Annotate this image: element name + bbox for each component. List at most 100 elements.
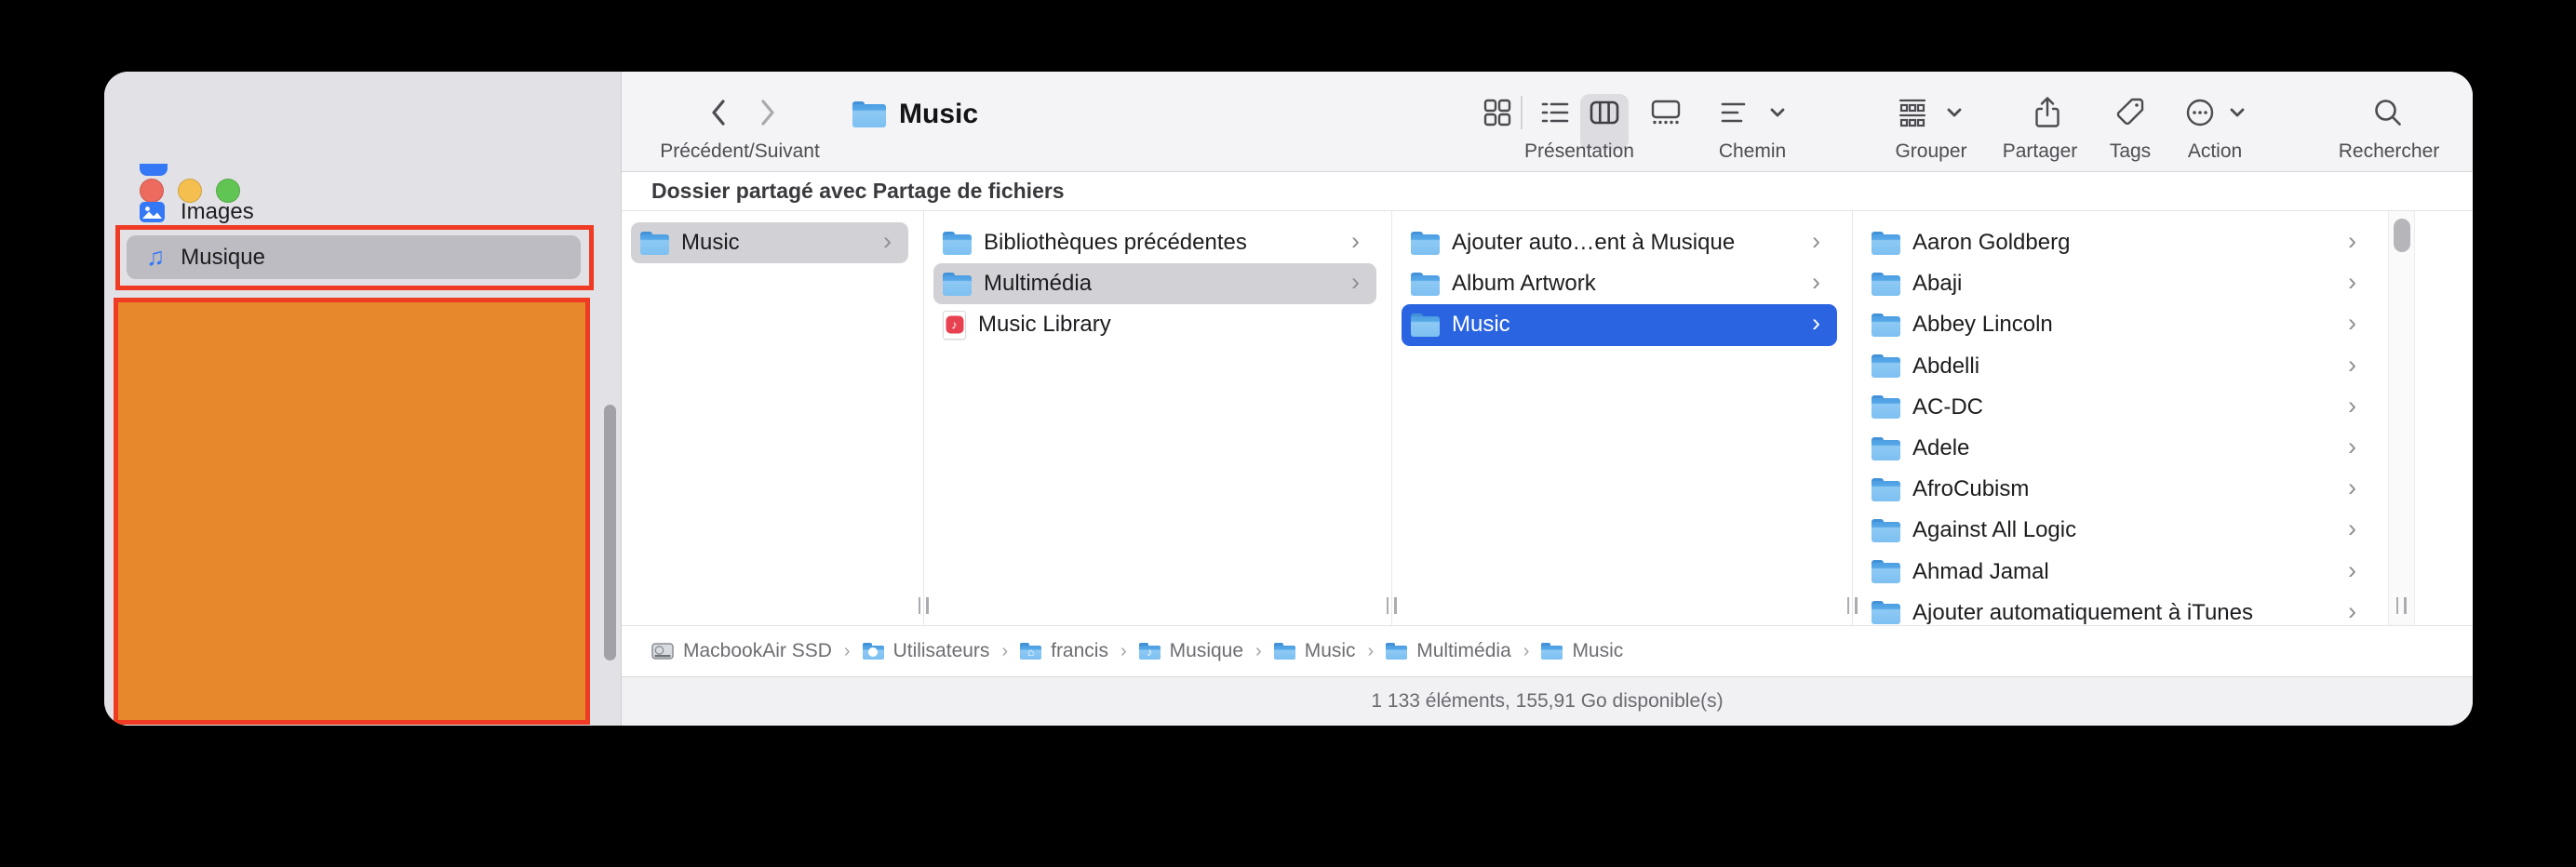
file-name: Aaron Goldberg (1912, 230, 2071, 256)
breadcrumb-item[interactable]: Music (1541, 640, 1623, 662)
banner-text: Dossier partagé avec Partage de fichiers (651, 179, 1065, 203)
file-row[interactable]: Multimédia › (933, 263, 1376, 305)
file-name: Ahmad Jamal (1912, 558, 2049, 584)
breadcrumb-label: Multimédia (1416, 640, 1511, 661)
file-row[interactable]: ♪ Music Library (933, 304, 1376, 345)
breadcrumb-item[interactable]: Multimédia (1386, 640, 1511, 662)
back-button[interactable] (708, 92, 729, 133)
file-name: Ajouter automatiquement à iTunes (1912, 599, 2253, 625)
photo-icon (140, 202, 165, 222)
file-row[interactable]: Bibliothèques précédentes › (933, 222, 1376, 263)
share-icon[interactable] (2031, 92, 2064, 133)
chevron-right-icon: › (2348, 350, 2356, 379)
chevron-right-icon: › (2348, 309, 2356, 338)
file-name: AC-DC (1912, 393, 1983, 420)
breadcrumb-item[interactable]: MacbookAir SSD (651, 640, 832, 662)
file-row[interactable]: Music › (631, 222, 908, 264)
path-label: Chemin (1718, 140, 1787, 162)
file-name: Album Artwork (1452, 271, 1596, 297)
toolbar: Précédent/Suivant Music Présentation Che… (622, 72, 2473, 172)
breadcrumb-label: francis (1051, 640, 1108, 661)
annotation-orange-region (114, 298, 590, 725)
file-row[interactable]: Ajouter automatiquement à iTunes › (1862, 593, 2373, 625)
chevron-right-icon: › (1812, 268, 1820, 297)
folder-icon (1872, 436, 1900, 460)
file-row[interactable]: Abbey Lincoln › (1862, 304, 2373, 345)
chevron-right-icon: › (2348, 432, 2356, 460)
file-name: Ajouter auto…ent à Musique (1452, 230, 1736, 256)
folder-icon (1386, 643, 1408, 660)
sidebar-item-musique[interactable]: ♫ Musique (127, 235, 581, 279)
file-name: Music (681, 230, 740, 256)
folder-home-icon: ⌂ (1020, 643, 1042, 660)
folder-icon (1872, 272, 1900, 296)
file-row[interactable]: Ahmad Jamal › (1862, 552, 2373, 593)
breadcrumb-item[interactable]: Utilisateurs (862, 640, 989, 662)
chevron-right-icon: › (2348, 514, 2356, 543)
folder-icon (1872, 518, 1900, 542)
content-area: Précédent/Suivant Music Présentation Che… (622, 72, 2473, 726)
search-label: Rechercher (2338, 140, 2440, 162)
file-row[interactable]: Album Artwork › (1402, 263, 1837, 304)
file-row[interactable]: AC-DC › (1862, 387, 2373, 428)
sidebar: Images ♫ Musique (104, 72, 622, 726)
breadcrumb: MacbookAir SSD › Utilisateurs › ⌂ francis › ♪ Mu… (622, 625, 2473, 676)
scrollbar-thumb[interactable] (2393, 219, 2410, 252)
finder-window: Images ♫ Musique Précédent/Suivant Music… (104, 72, 2473, 726)
shared-folder-banner: Dossier partagé avec Partage de fichiers (622, 172, 2473, 211)
file-name: Music (1452, 312, 1510, 338)
column-resize-handle[interactable] (1381, 597, 1402, 614)
breadcrumb-item[interactable]: ♪ Musique (1138, 640, 1243, 662)
folder-icon (1411, 231, 1440, 255)
breadcrumb-item[interactable]: Music (1273, 640, 1356, 662)
sidebar-scrollbar[interactable] (604, 405, 616, 660)
file-row[interactable]: Aaron Goldberg › (1862, 222, 2373, 263)
search-icon[interactable] (2371, 92, 2405, 133)
breadcrumb-item[interactable]: ⌂ francis (1020, 640, 1108, 662)
breadcrumb-label: MacbookAir SSD (683, 640, 832, 661)
folder-icon (1872, 601, 1900, 625)
breadcrumb-separator: › (1001, 640, 1009, 661)
breadcrumb-separator: › (843, 640, 851, 661)
chevron-down-icon[interactable] (2229, 92, 2246, 133)
chevron-down-icon[interactable] (1769, 92, 1786, 133)
folder-icon (1273, 643, 1295, 660)
list-view-button[interactable] (1538, 92, 1572, 133)
column-2: Bibliothèques précédentes › Multimédia › ♪ Mu… (924, 211, 1391, 625)
folder-icon (1541, 643, 1563, 660)
tag-icon[interactable] (2113, 92, 2147, 133)
file-row[interactable]: Adele › (1862, 428, 2373, 469)
file-row[interactable]: AfroCubism › (1862, 469, 2373, 510)
tags-label: Tags (2109, 140, 2152, 162)
folder-icon (1872, 313, 1900, 337)
column-view-button[interactable] (1587, 92, 1622, 133)
path-menu-icon[interactable] (1716, 92, 1750, 133)
column-1: Music › (622, 211, 923, 625)
folder-icon (1411, 313, 1440, 337)
gallery-view-button[interactable] (1648, 92, 1684, 133)
chevron-right-icon: › (1812, 227, 1820, 256)
column-scrollbar[interactable] (2388, 211, 2415, 625)
action-menu-icon[interactable] (2183, 92, 2217, 133)
chevron-right-icon: › (1351, 227, 1360, 256)
file-row[interactable]: Music › (1402, 304, 1837, 346)
screenshot-canvas: Images ♫ Musique Précédent/Suivant Music… (0, 0, 2576, 867)
chevron-down-icon[interactable] (1946, 92, 1963, 133)
file-row[interactable]: Against All Logic › (1862, 510, 2373, 551)
file-row[interactable]: Abdelli › (1862, 346, 2373, 387)
column-resize-handle[interactable] (1842, 597, 1862, 614)
column-resize-handle[interactable] (913, 597, 933, 614)
column-resize-handle[interactable] (2391, 597, 2411, 614)
folder-icon (1872, 477, 1900, 501)
group-icon[interactable] (1895, 92, 1930, 133)
sidebar-item-label: Images (181, 199, 254, 224)
file-row[interactable]: Abaji › (1862, 263, 2373, 304)
forward-button[interactable] (758, 92, 778, 133)
folder-icon (1872, 354, 1900, 379)
breadcrumb-separator: › (1120, 640, 1127, 661)
status-bar: 1 133 éléments, 155,91 Go disponible(s) (622, 676, 2473, 726)
icon-view-button[interactable] (1481, 92, 1514, 133)
column-4: Aaron Goldberg › Abaji › Abbey Lincoln › Abdel… (1853, 211, 2388, 625)
file-row[interactable]: Ajouter auto…ent à Musique › (1402, 222, 1837, 263)
breadcrumb-separator: › (1255, 640, 1262, 661)
